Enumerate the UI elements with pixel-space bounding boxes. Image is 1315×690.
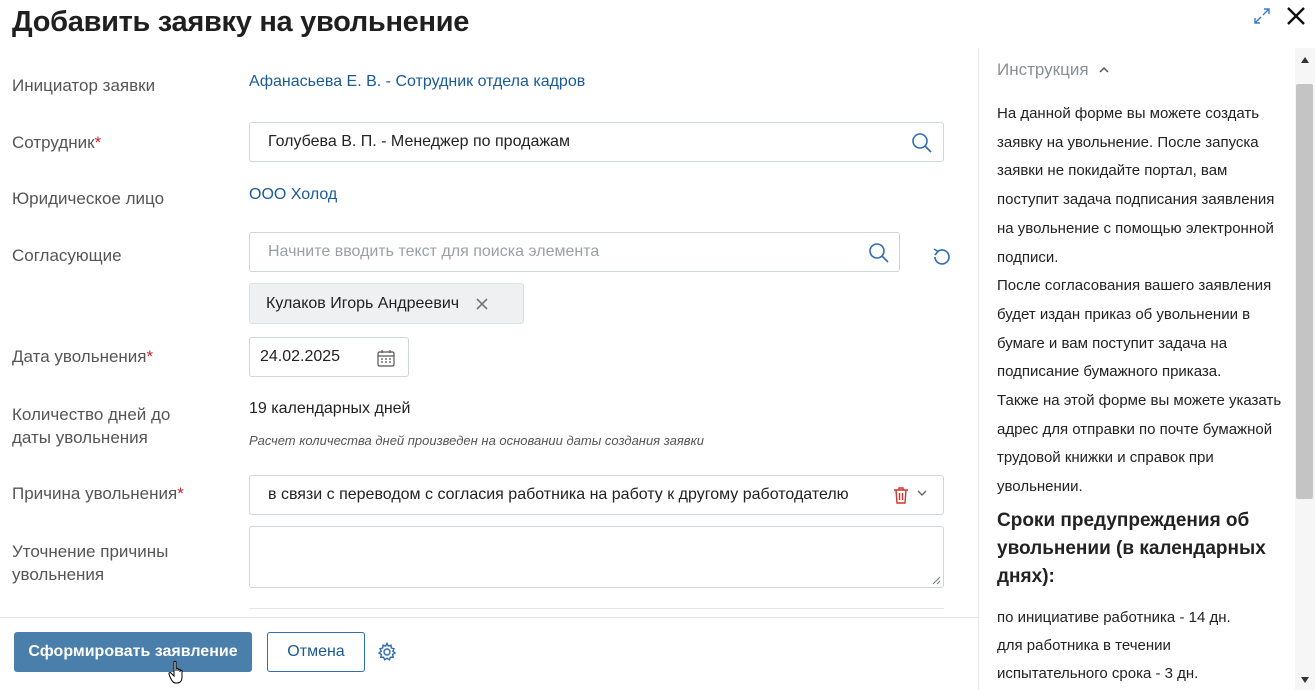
days-count-label-line2: даты увольнения <box>12 428 148 447</box>
resize-handle-icon[interactable] <box>931 575 941 585</box>
chevron-down-icon[interactable] <box>916 487 928 499</box>
instruction-subheading: Сроки предупреждения об увольнении (в ка… <box>997 510 1266 587</box>
hand-cursor-icon <box>168 660 183 684</box>
instruction-paragraph-3: Также на этой форме вы можете указать ад… <box>997 392 1282 496</box>
approver-chip-label: Кулаков Игорь Андреевич <box>266 294 460 312</box>
term-item-1: по инициативе работника - 14 дн. <box>997 609 1231 626</box>
days-count-label-line1: Количество дней до <box>12 405 171 424</box>
trash-icon[interactable] <box>891 485 911 505</box>
legal-entity-label: Юридическое лицо <box>12 189 165 208</box>
scroll-up-icon[interactable] <box>1300 56 1310 64</box>
instruction-header: Инструкция <box>997 60 1089 79</box>
instruction-toggle[interactable]: Инструкция <box>997 60 1109 80</box>
dismissal-form: Инициатор заявки Афанасьева Е. В. - Сотр… <box>0 48 978 616</box>
approvers-label: Согласующие <box>12 246 122 265</box>
days-count-hint: Расчет количества дней произведен на осн… <box>249 433 704 448</box>
reason-value: в связи с переводом с согласия работника… <box>268 486 849 503</box>
reason-details-label-line1: Уточнение причины <box>12 542 169 561</box>
dismissal-date-label: Дата увольнения* <box>12 347 154 366</box>
approvers-placeholder: Начните вводить текст для поиска элемент… <box>268 243 600 260</box>
required-mark: * <box>94 133 102 152</box>
dialog-title: Добавить заявку на увольнение <box>12 6 470 38</box>
reason-label: Причина увольнения* <box>12 484 184 503</box>
refresh-icon[interactable] <box>930 245 954 269</box>
days-count-value: 19 календарных дней <box>249 400 411 417</box>
instruction-paragraph-2: После согласования вашего заявления буде… <box>997 277 1272 381</box>
employee-value: Голубева В. П. - Менеджер по продажам <box>268 133 570 150</box>
expand-icon[interactable] <box>1252 6 1272 26</box>
employee-input[interactable]: Голубева В. П. - Менеджер по продажам <box>249 122 944 162</box>
reason-details-label-line2: увольнения <box>12 565 105 584</box>
term-item-2: для работника в течении испытательного с… <box>997 637 1199 682</box>
scroll-thumb[interactable] <box>1296 84 1313 499</box>
close-icon[interactable] <box>1284 4 1308 28</box>
chevron-up-icon[interactable] <box>1099 65 1109 75</box>
submit-button[interactable]: Сформировать заявление <box>14 632 252 672</box>
instruction-text: На данной форме вы можете создать заявку… <box>997 100 1282 502</box>
initiator-label: Инициатор заявки <box>12 76 156 95</box>
approvers-search-input[interactable]: Начните вводить текст для поиска элемент… <box>249 232 900 272</box>
cancel-button[interactable]: Отмена <box>267 632 365 672</box>
legal-entity-link[interactable]: ООО Холод <box>249 186 337 204</box>
initiator-link[interactable]: Афанасьева Е. В. - Сотрудник отдела кадр… <box>249 73 585 91</box>
instruction-panel: Инструкция На данной форме вы можете соз… <box>979 48 1295 690</box>
reason-select[interactable]: в связи с переводом с согласия работника… <box>249 475 944 515</box>
dismissal-date-input[interactable]: 24.02.2025 <box>249 337 409 377</box>
remove-chip-icon[interactable] <box>475 297 489 311</box>
panel-scrollbar[interactable] <box>1295 48 1315 690</box>
instruction-terms: по инициативе работника - 14 дн. для раб… <box>997 604 1282 688</box>
scroll-down-icon[interactable] <box>1300 676 1310 684</box>
required-mark: * <box>177 484 184 503</box>
calendar-icon[interactable] <box>376 348 396 368</box>
required-mark: * <box>146 347 154 366</box>
approver-chip: Кулаков Игорь Андреевич <box>249 283 524 324</box>
dismissal-date-value: 24.02.2025 <box>260 348 341 365</box>
gear-icon[interactable] <box>377 642 397 662</box>
reason-details-textarea[interactable] <box>249 526 944 588</box>
form-footer: Сформировать заявление Отмена <box>0 617 978 690</box>
search-icon[interactable] <box>911 132 933 154</box>
search-icon[interactable] <box>868 242 890 264</box>
employee-label: Сотрудник* <box>12 133 102 152</box>
next-field-edge <box>249 608 944 614</box>
instruction-paragraph-1: На данной форме вы можете создать заявку… <box>997 105 1275 266</box>
